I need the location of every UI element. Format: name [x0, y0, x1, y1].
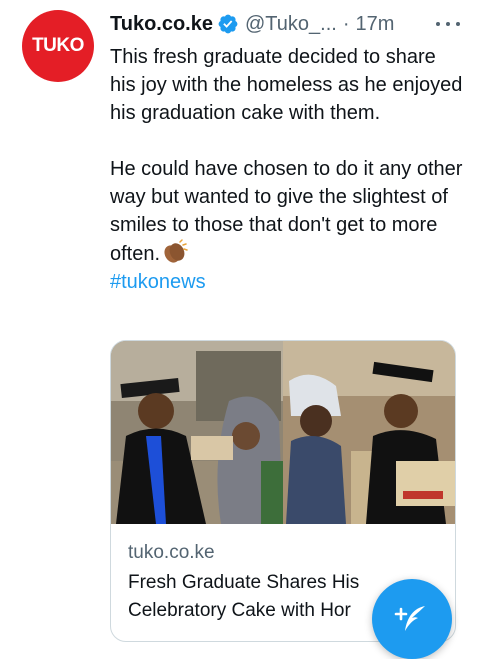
avatar-logo-text: TUKO — [32, 35, 84, 56]
hashtag-link[interactable]: #tukonews — [110, 268, 465, 296]
avatar[interactable]: TUKO — [22, 10, 94, 82]
tweet-header: Tuko.co.ke @Tuko_... · 17m — [110, 10, 460, 38]
news-photo-icon — [111, 341, 455, 524]
tweet-body: This fresh graduate decided to share his… — [110, 43, 465, 296]
tweet-paragraph-2: He could have chosen to do it any other … — [110, 155, 465, 268]
tweet-paragraph-1: This fresh graduate decided to share his… — [110, 46, 463, 124]
verified-badge-icon — [218, 14, 238, 34]
author-handle[interactable]: @Tuko_... — [245, 13, 337, 36]
author-display-name[interactable]: Tuko.co.ke — [110, 13, 213, 36]
card-domain: tuko.co.ke — [128, 542, 215, 563]
clapping-hands-icon — [164, 239, 188, 263]
compose-tweet-icon — [394, 606, 425, 631]
compose-tweet-button[interactable] — [372, 579, 452, 659]
tweet-timestamp[interactable]: 17m — [356, 13, 395, 36]
header-separator: · — [342, 12, 350, 35]
more-horizontal-icon[interactable] — [436, 16, 460, 32]
